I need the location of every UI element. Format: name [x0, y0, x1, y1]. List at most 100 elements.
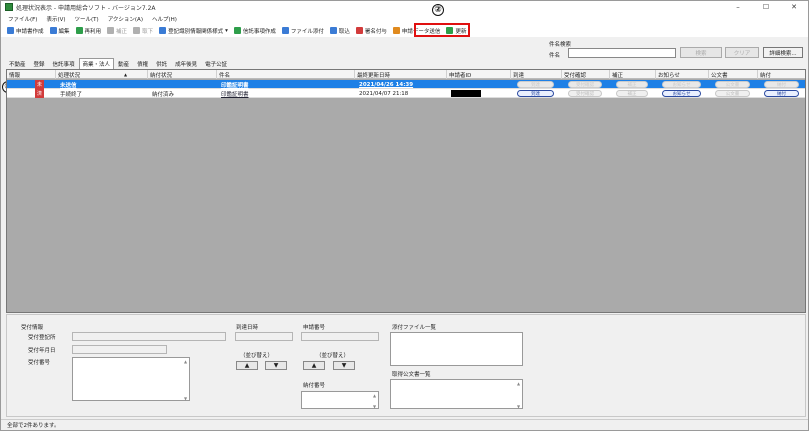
subject-search-input[interactable]	[568, 48, 676, 58]
column-header-1[interactable]: 処理状況 ▲	[56, 70, 148, 79]
row-action-button-2[interactable]: 補正	[616, 81, 648, 88]
application-sort-up-button[interactable]: ▲	[303, 361, 325, 370]
status-cell-text-cell: 未送信	[58, 80, 148, 89]
toolbar-label: 登記識別情報関係様式	[168, 28, 224, 35]
toolbar-reuse-button[interactable]: 再利用	[75, 27, 101, 35]
column-header-11[interactable]: 納付	[758, 70, 805, 79]
row-action-button-5[interactable]: 納付	[764, 81, 799, 88]
column-header-3[interactable]: 件名	[217, 70, 355, 79]
column-header-label: 補正	[612, 72, 624, 79]
reception-date-field	[72, 345, 167, 354]
toolbar-label: 取込	[338, 28, 350, 35]
row-action-button-0[interactable]: 到達	[517, 90, 554, 97]
row-action-button-3[interactable]: お知らせ	[662, 81, 701, 88]
detail-search-button[interactable]: 詳細検索...	[763, 47, 803, 58]
document-list-label: 取得公文書一覧	[392, 372, 431, 378]
menu-action[interactable]: アクション(A)	[108, 15, 143, 23]
column-header-7[interactable]: 受付確認	[562, 70, 610, 79]
column-header-label: 情報	[9, 72, 21, 79]
search-button[interactable]: 検索	[680, 47, 722, 58]
toolbar-attach-button[interactable]: ファイル添付	[281, 27, 324, 35]
table-row[interactable]: 済 手続終了 納付済み 印鑑証明書 2021/04/07 21:18 到達 受付確認 補正 お知…	[7, 89, 805, 98]
payment-number-list[interactable]: ▲ ▼	[301, 391, 379, 409]
tab-1[interactable]: 登録	[30, 58, 49, 69]
tab-2[interactable]: 信託事項	[49, 58, 79, 69]
column-header-label: 納付状況	[150, 72, 173, 79]
subject-link[interactable]: 印鑑証明書	[221, 90, 249, 98]
category-tabs: 不動産 登録 信託事項 商業・法人 動産 債権 供託 成年後見 電子公証	[5, 58, 231, 69]
menu-tools[interactable]: ツール(T)	[75, 15, 99, 23]
import-icon	[329, 27, 337, 34]
toolbar-edit-button[interactable]: 編集	[49, 27, 70, 35]
column-header-0[interactable]: 情報	[7, 70, 56, 79]
application-sort-down-button[interactable]: ▼	[333, 361, 355, 370]
title-bar: 処理状況表示 - 申請用総合ソフト - バージョン7.2A – ☐ ✕	[1, 1, 808, 13]
column-header-label: 納付	[760, 72, 772, 79]
tab-7[interactable]: 成年後見	[171, 58, 201, 69]
column-header-4[interactable]: 最終更新日時	[355, 70, 447, 79]
row-action-button-5[interactable]: 納付	[764, 90, 799, 97]
toolbar-form-button[interactable]: 登記識別情報関係様式 ▾	[159, 27, 228, 35]
toolbar-signature-button[interactable]: 署名付与	[355, 27, 387, 35]
column-header-10[interactable]: 公文書	[709, 70, 758, 79]
maximize-button[interactable]: ☐	[752, 1, 780, 13]
arrival-sort-down-button[interactable]: ▼	[265, 361, 287, 370]
payment-number-scrollbar[interactable]: ▲ ▼	[372, 393, 377, 409]
application-number-label: 申請番号	[303, 325, 326, 331]
row-action-button-3[interactable]: お知らせ	[662, 90, 701, 97]
clear-button[interactable]: クリア	[725, 47, 759, 58]
menu-file[interactable]: ファイル(F)	[8, 15, 37, 23]
updated-datetime[interactable]: 2021/04/26 14:39	[359, 82, 413, 88]
tab-5[interactable]: 債権	[133, 58, 152, 69]
close-button[interactable]: ✕	[780, 1, 808, 13]
search-section-label: 件名検索	[549, 42, 572, 48]
toolbar-correction-button[interactable]: 補正	[107, 27, 127, 35]
attachment-list[interactable]	[390, 332, 523, 366]
updated-datetime-cell: 2021/04/26 14:39	[357, 80, 447, 89]
search-field-label: 件名	[549, 53, 561, 59]
column-header-5[interactable]: 申請者ID	[447, 70, 511, 79]
column-header-6[interactable]: 到達	[511, 70, 562, 79]
window-title: 処理状況表示 - 申請用総合ソフト - バージョン7.2A	[16, 4, 156, 12]
withdraw-icon	[133, 27, 141, 34]
tab-0[interactable]: 不動産	[5, 58, 30, 69]
reception-number-list[interactable]: ▲ ▼	[72, 357, 190, 401]
status-cell-text: 手続終了	[60, 91, 83, 98]
row-action-button-1[interactable]: 受付確認	[568, 81, 602, 88]
row-action-button-2[interactable]: 補正	[616, 90, 648, 97]
document-list[interactable]: ▲ ▼	[390, 379, 523, 409]
column-header-label: 受付確認	[564, 72, 587, 79]
tab-4[interactable]: 動産	[114, 58, 133, 69]
toolbar-import-button[interactable]: 取込	[329, 27, 350, 35]
column-header-8[interactable]: 補正	[610, 70, 656, 79]
updated-datetime-cell: 2021/04/07 21:18	[357, 89, 447, 98]
tab-6[interactable]: 供託	[152, 58, 171, 69]
toolbar-trust-button[interactable]: 信託事項作成	[233, 27, 276, 35]
column-header-9[interactable]: お知らせ	[656, 70, 709, 79]
arrival-sort-up-button[interactable]: ▲	[236, 361, 258, 370]
table-row[interactable]: 未 未送信 印鑑証明書 2021/04/26 14:39 到達 受付確認 補正 お知らせ 公文書…	[7, 80, 805, 89]
row-action-button-1[interactable]: 受付確認	[568, 90, 602, 97]
form-icon	[159, 27, 167, 34]
reception-number-scrollbar[interactable]: ▲ ▼	[183, 359, 188, 401]
row-action-button-0[interactable]: 到達	[517, 81, 554, 88]
menu-help[interactable]: ヘルプ(H)	[152, 15, 177, 23]
menu-view[interactable]: 表示(V)	[46, 15, 65, 23]
toolbar-new-document-button[interactable]: 申請書作成	[7, 27, 44, 35]
reception-office-field	[72, 332, 226, 341]
tab-3[interactable]: 商業・法人	[78, 58, 115, 69]
status-flag-icon: 済	[35, 89, 44, 98]
tab-8[interactable]: 電子公証	[201, 58, 231, 69]
row-action-button-4[interactable]: 公文書	[715, 81, 750, 88]
subject-link[interactable]: 印鑑証明書	[221, 81, 249, 89]
reception-date-label: 受付年月日	[28, 348, 56, 354]
detail-panel: 受付情報 受付登記所 受付年月日 受付番号 ▲ ▼ 到達日時 （並び替え） ▲ ▼…	[6, 314, 806, 417]
payment-status-text: 納付済み	[152, 91, 175, 98]
row-action-button-4[interactable]: 公文書	[715, 90, 750, 97]
updated-datetime: 2021/04/07 21:18	[359, 90, 409, 97]
column-header-2[interactable]: 納付状況	[148, 70, 217, 79]
status-cell-text[interactable]: 未送信	[60, 81, 77, 89]
minimize-button[interactable]: –	[724, 1, 752, 13]
document-list-scrollbar[interactable]: ▲ ▼	[516, 381, 521, 409]
toolbar-withdraw-button[interactable]: 取下	[133, 27, 153, 35]
